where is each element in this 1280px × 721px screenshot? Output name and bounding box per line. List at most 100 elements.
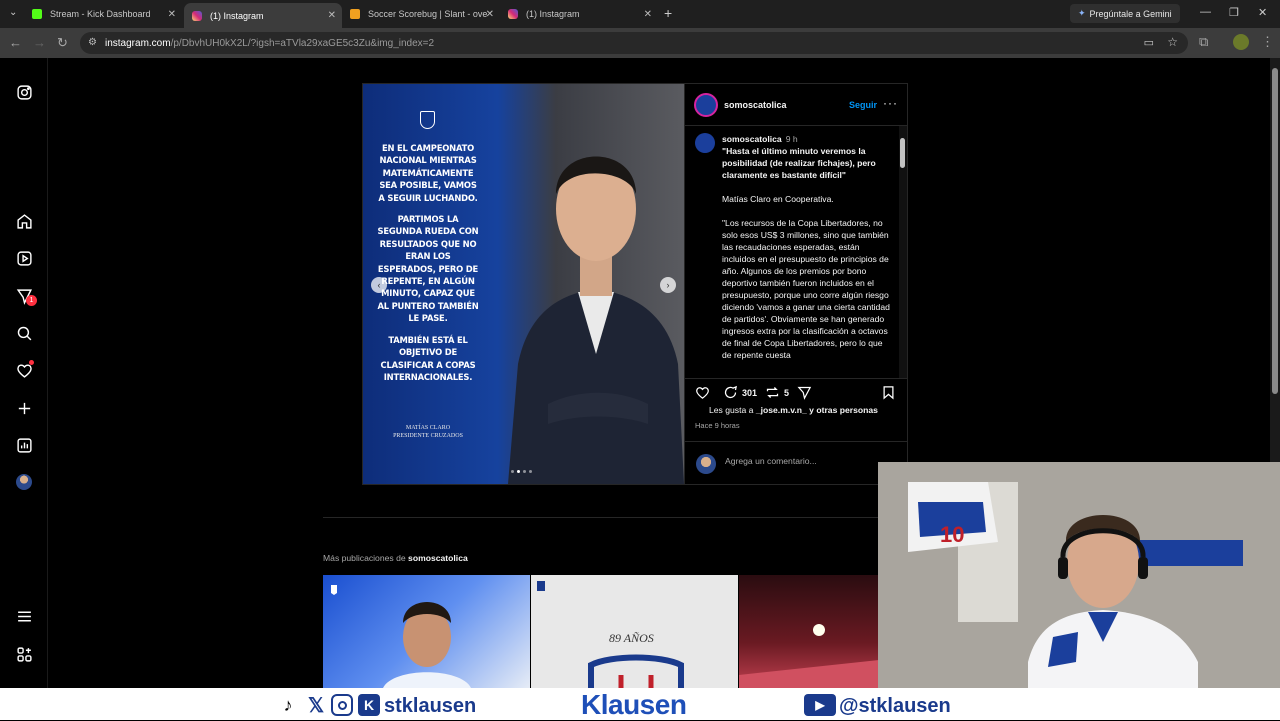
more-posts-label: Más publicaciones de xyxy=(323,553,406,563)
extensions-icon[interactable]: ⧉ xyxy=(1199,34,1208,50)
post-header: somoscatolica Seguir ··· xyxy=(685,84,908,126)
comment-box[interactable]: Agrega un comentario... xyxy=(685,441,908,485)
messages-icon[interactable]: 1 xyxy=(14,286,37,306)
account-avatar[interactable] xyxy=(694,93,718,117)
carousel-dot-active xyxy=(517,470,520,473)
instagram-icon xyxy=(192,10,202,21)
create-icon[interactable] xyxy=(14,398,34,418)
comment-button[interactable]: 301 xyxy=(723,385,757,400)
carousel-dot xyxy=(529,470,532,473)
more-posts-account[interactable]: somoscatolica xyxy=(408,553,468,563)
carousel-dots xyxy=(511,470,532,473)
post-thumbnail[interactable]: 89 AÑOS xyxy=(531,575,738,688)
search-icon[interactable] xyxy=(14,323,34,343)
instagram-icon xyxy=(331,694,353,716)
post-thumbnail[interactable] xyxy=(739,575,879,688)
close-icon[interactable]: ✕ xyxy=(328,10,336,21)
kick-icon xyxy=(32,9,42,19)
webcam-overlay: 10 xyxy=(878,462,1280,688)
post-timestamp: Hace 9 horas xyxy=(695,421,740,430)
youtube-icon: ▶ xyxy=(804,694,836,716)
reload-icon[interactable]: ↻ xyxy=(57,35,68,51)
new-tab-button[interactable]: + xyxy=(664,5,672,21)
person-photo xyxy=(508,156,684,484)
threads-icon[interactable] xyxy=(14,644,34,664)
forward-icon[interactable]: → xyxy=(33,35,46,50)
tab-title: (1) Instagram xyxy=(210,10,264,21)
tab-title: (1) Instagram xyxy=(526,9,580,19)
likes-prefix: Les gusta a xyxy=(709,405,754,415)
tab-search-icon[interactable]: ⌄ xyxy=(9,7,17,18)
url-path: /p/DbvhUH0kX2L/?igsh=aTVla29xaGE5c3Zu&im… xyxy=(170,37,435,49)
like-icon[interactable] xyxy=(695,385,710,400)
instagram-sidebar: 1 xyxy=(0,58,48,688)
uno-icon xyxy=(350,9,360,19)
chrome-menu-icon[interactable]: ⋮ xyxy=(1261,34,1274,50)
gemini-icon: ✦ xyxy=(1078,8,1086,18)
restore-icon[interactable]: ❐ xyxy=(1229,6,1239,19)
more-posts-heading: Más publicaciones de somoscatolica xyxy=(323,553,468,563)
carousel-next-button[interactable]: › xyxy=(660,277,676,293)
reels-icon[interactable] xyxy=(14,248,34,268)
browser-tab-bar: ⌄ Stream - Kick Dashboard ✕ (1) Instagra… xyxy=(0,0,1280,28)
tab-kick-dashboard[interactable]: Stream - Kick Dashboard ✕ xyxy=(24,3,182,25)
caption-avatar[interactable] xyxy=(695,133,715,153)
back-icon[interactable]: ← xyxy=(9,35,22,50)
page-scrollbar-thumb[interactable] xyxy=(1272,68,1278,394)
quote-line: TAMBIÉN ESTÁ EL OBJETIVO DE CLASIFICAR A… xyxy=(380,334,476,382)
dashboard-icon[interactable] xyxy=(14,435,34,455)
scrollbar-thumb[interactable] xyxy=(900,138,905,168)
cast-icon[interactable]: ▭ xyxy=(1144,36,1154,49)
close-window-icon[interactable]: ✕ xyxy=(1258,6,1267,19)
minimize-icon[interactable]: — xyxy=(1200,6,1211,18)
likes-summary[interactable]: Les gusta a _jose.m.v.n_ y otras persona… xyxy=(709,405,878,415)
address-bar[interactable]: ⚙ instagram.com/p/DbvhUH0kX2L/?igsh=aTVl… xyxy=(80,32,1188,54)
left-handle: stklausen xyxy=(384,695,477,717)
tab-soccer-scorebug[interactable]: Soccer Scorebug | Slant - overl ✕ xyxy=(342,3,500,25)
comment-input[interactable]: Agrega un comentario... xyxy=(725,456,817,466)
carousel-prev-button[interactable]: ‹ xyxy=(371,277,387,293)
profile-avatar[interactable] xyxy=(1233,34,1249,50)
tab-instagram-active[interactable]: (1) Instagram ✕ xyxy=(184,3,342,28)
caption-username[interactable]: somoscatolica xyxy=(722,134,782,144)
browser-toolbar: ← → ↻ ⚙ instagram.com/p/DbvhUH0kX2L/?igs… xyxy=(0,28,1280,58)
likes-user[interactable]: _jose.m.v.n_ xyxy=(756,405,807,415)
home-icon[interactable] xyxy=(14,211,34,231)
post-sidebar: somoscatolica Seguir ··· somoscatolica 9 … xyxy=(684,84,908,484)
save-bookmark-icon[interactable] xyxy=(881,385,896,400)
tab-instagram-2[interactable]: (1) Instagram ✕ xyxy=(500,3,658,25)
close-icon[interactable]: ✕ xyxy=(168,9,176,20)
instagram-icon[interactable] xyxy=(14,82,34,102)
instagram-icon xyxy=(508,9,518,19)
more-options-icon[interactable]: ··· xyxy=(883,96,898,110)
profile-avatar[interactable] xyxy=(14,472,34,492)
quote-signature: MATÍAS CLARO PRESIDENTE CRUZADOS xyxy=(377,424,479,440)
site-settings-icon[interactable]: ⚙ xyxy=(88,37,97,48)
caption-scrollbar[interactable] xyxy=(899,126,907,378)
tab-title: Stream - Kick Dashboard xyxy=(50,9,151,19)
page-scrollbar[interactable] xyxy=(1270,58,1280,462)
quote-line: PARTIMOS LA SEGUNDA RUEDA CON RESULTADOS… xyxy=(377,214,479,324)
notifications-icon[interactable] xyxy=(14,360,34,380)
post-actions: 301 5 Les gusta a _jose.m.v.n_ y otras p… xyxy=(685,378,908,484)
repost-button[interactable]: 5 xyxy=(765,385,789,400)
likes-suffix[interactable]: y otras personas xyxy=(809,405,878,415)
post-thumbnail[interactable] xyxy=(323,575,530,688)
right-handle: @stklausen xyxy=(839,695,951,717)
menu-icon[interactable] xyxy=(14,606,34,626)
close-icon[interactable]: ✕ xyxy=(486,9,494,20)
carousel-dot xyxy=(523,470,526,473)
post-container: EN EL CAMPEONATO NACIONAL MIENTRAS MATEM… xyxy=(362,83,908,485)
carousel-dot xyxy=(511,470,514,473)
url-host: instagram.com xyxy=(105,37,171,49)
stream-footer-overlay: ♪ 𝕏 K stklausen Klausen ▶ @stklausen xyxy=(0,688,1280,720)
bookmark-star-icon[interactable]: ☆ xyxy=(1167,35,1178,49)
thumbnail-text: 89 AÑOS xyxy=(609,631,654,645)
tab-title: Soccer Scorebug | Slant - overl xyxy=(368,9,488,19)
gemini-label: Pregúntale a Gemini xyxy=(1089,8,1172,19)
gemini-button[interactable]: ✦ Pregúntale a Gemini xyxy=(1070,4,1180,23)
account-username[interactable]: somoscatolica xyxy=(724,100,787,110)
follow-button[interactable]: Seguir xyxy=(849,100,877,110)
share-icon[interactable] xyxy=(797,385,812,400)
close-icon[interactable]: ✕ xyxy=(644,9,652,20)
